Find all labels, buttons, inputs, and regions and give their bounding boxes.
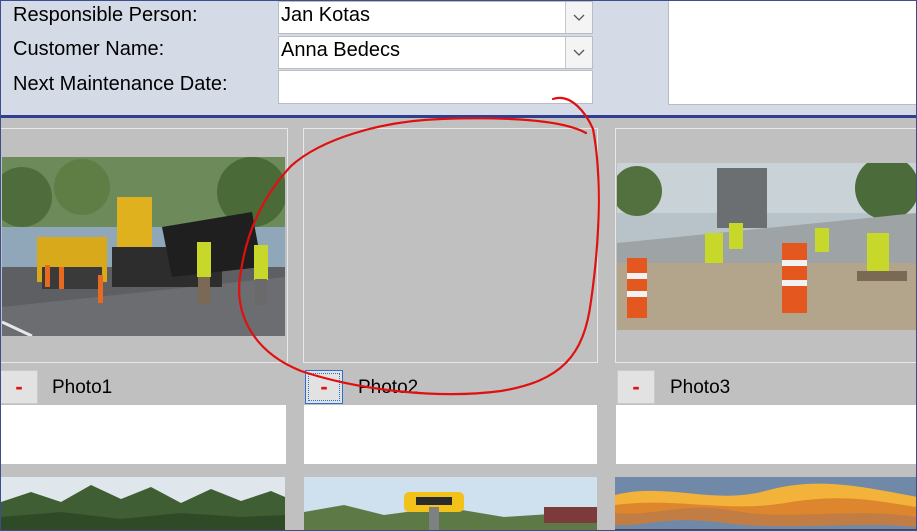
photo3-label: Photo3 xyxy=(670,377,731,398)
photo3-caption-field[interactable] xyxy=(616,405,916,464)
photo3-frame[interactable] xyxy=(615,128,916,363)
chevron-down-icon xyxy=(573,49,585,56)
notes-box[interactable] xyxy=(668,1,916,105)
next-maintenance-date-label: Next Maintenance Date: xyxy=(13,73,228,95)
photo2-frame[interactable] xyxy=(303,128,598,363)
responsible-person-combo[interactable]: Jan Kotas xyxy=(278,1,593,34)
responsible-person-label: Responsible Person: xyxy=(13,4,198,26)
photo6-image[interactable] xyxy=(615,477,916,530)
customer-name-value: Anna Bedecs xyxy=(281,39,400,61)
responsible-person-value: Jan Kotas xyxy=(281,4,370,26)
customer-name-label: Customer Name: xyxy=(13,38,165,60)
customer-name-combo[interactable]: Anna Bedecs xyxy=(278,36,593,69)
photo-gallery[interactable]: - Photo1 - Photo2 - Photo3 xyxy=(1,118,916,530)
photo1-label: Photo1 xyxy=(52,377,113,398)
responsible-person-dropdown-button[interactable] xyxy=(565,2,592,33)
photo1-caption-field[interactable] xyxy=(1,405,286,464)
photo4-image[interactable] xyxy=(1,477,285,530)
customer-name-dropdown-button[interactable] xyxy=(565,37,592,68)
photo1-image xyxy=(2,157,285,336)
delete-photo2-button[interactable]: - xyxy=(305,370,343,404)
form-window: Responsible Person: Jan Kotas Customer N… xyxy=(0,0,917,531)
next-maintenance-date-field[interactable] xyxy=(278,70,593,104)
photo2-label: Photo2 xyxy=(358,377,419,398)
photo5-image[interactable] xyxy=(304,477,597,530)
photo1-frame[interactable] xyxy=(1,128,288,363)
photo3-image xyxy=(617,163,916,330)
photo2-caption-field[interactable] xyxy=(304,405,597,464)
delete-photo3-button[interactable]: - xyxy=(617,370,655,404)
delete-photo1-button[interactable]: - xyxy=(1,370,38,404)
chevron-down-icon xyxy=(573,14,585,21)
